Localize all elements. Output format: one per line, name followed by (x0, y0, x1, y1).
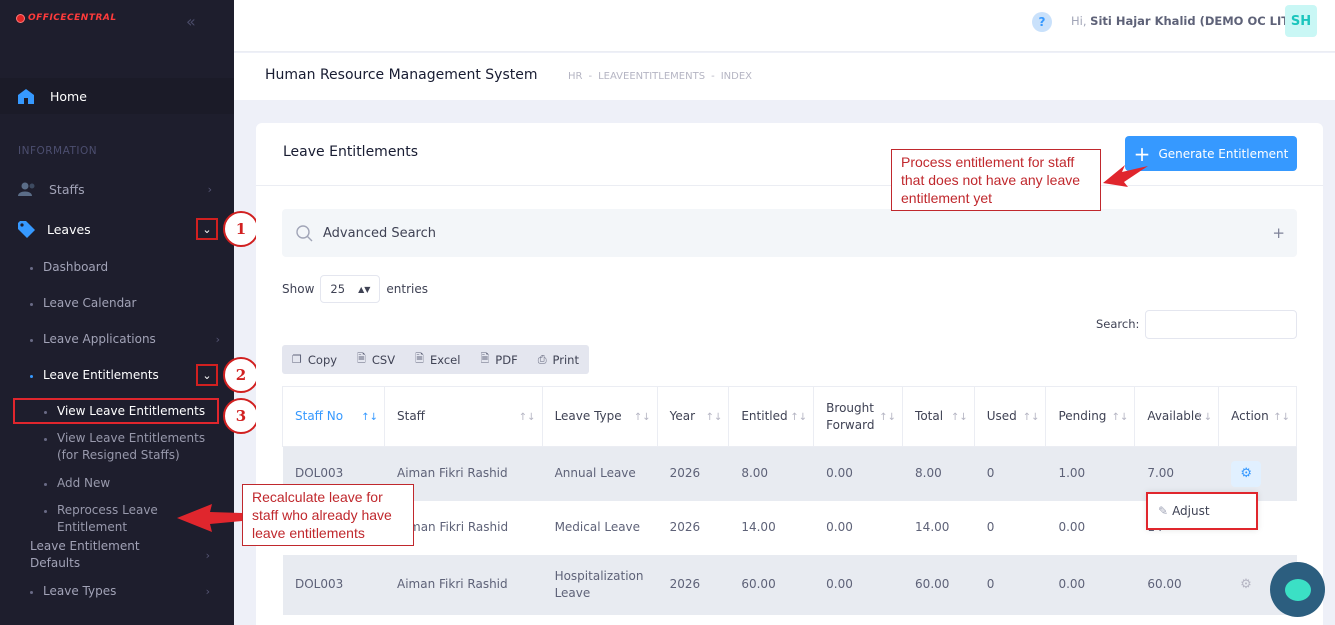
col-available[interactable]: Available ↑↓ (1134, 386, 1220, 447)
edit-icon: ✎ (1158, 504, 1169, 518)
file-icon: 🗎 (357, 352, 366, 365)
sidebar-section-label: INFORMATION (18, 145, 98, 157)
chat-icon (1284, 578, 1311, 601)
sort-icon: ↑↓ (1111, 412, 1129, 423)
gear-icon[interactable]: ⚙ (1240, 577, 1252, 592)
col-brought-forward[interactable]: Brought Forward ↑↓ (813, 386, 904, 447)
sort-icon: ↑↓ (1195, 412, 1213, 423)
sort-icon: ↑↓ (705, 412, 723, 423)
table-row[interactable]: man Fikri Rashid Medical Leave 2026 14.0… (282, 500, 1297, 555)
col-year[interactable]: Year ↑↓ (656, 386, 730, 447)
col-action[interactable]: Action ↑↓ (1218, 386, 1297, 447)
entries-select[interactable]: 25 ▲▼ (320, 275, 381, 303)
entitlements-expand-button[interactable]: ⌄ (196, 364, 218, 386)
home-icon (18, 88, 34, 104)
sidebar-item-reprocess[interactable]: Reprocess Leave Entitlement (44, 502, 174, 536)
entitlements-table: Staff No ↑↓ Staff ↑↓ Leave Type ↑↓ Year ↑↓ E… (282, 386, 1297, 625)
chevron-right-icon: › (207, 182, 212, 196)
sort-icon: ↑↓ (950, 412, 968, 423)
callout-generate-entitlement: Process entitlement for staff that does … (891, 149, 1101, 211)
sort-updown-icon: ▲▼ (358, 284, 371, 294)
sort-icon: ↑↓ (1273, 412, 1290, 423)
avatar[interactable]: SH (1285, 5, 1317, 37)
sidebar-item-home[interactable]: Home (0, 78, 234, 114)
sidebar-item-leave-calendar[interactable]: Leave Calendar (30, 295, 220, 312)
sidebar-item-view-leave-entitlements[interactable]: View Leave Entitlements (44, 403, 214, 420)
expand-plus-icon[interactable]: + (1272, 224, 1285, 242)
table-row (282, 614, 1297, 625)
csv-button[interactable]: 🗎 CSV (357, 350, 395, 369)
table-header-row: Staff No ↑↓ Staff ↑↓ Leave Type ↑↓ Year ↑↓ E… (282, 386, 1297, 447)
sidebar-item-leave-applications[interactable]: Leave Applications › (30, 331, 220, 348)
sidebar-item-staffs[interactable]: Staffs › (0, 174, 234, 204)
sort-icon: ↑↓ (361, 412, 378, 423)
col-pending[interactable]: Pending ↑↓ (1045, 386, 1136, 447)
sidebar-item-leave-entitlements[interactable]: Leave Entitlements (30, 367, 220, 384)
sidebar-item-entitlement-defaults[interactable]: Leave Entitlement Defaults › (30, 538, 210, 572)
tag-icon (18, 220, 35, 238)
col-used[interactable]: Used ↑↓ (973, 386, 1047, 447)
copy-icon: ❐ (292, 353, 302, 366)
chat-button[interactable] (1270, 562, 1325, 617)
search-icon (296, 224, 313, 241)
chevron-right-icon: › (205, 549, 210, 562)
topbar: ? Hi, Siti Hajar Khalid (DEMO OC LITE) S… (234, 0, 1335, 52)
excel-icon: 🗎 (415, 352, 424, 365)
col-entitled[interactable]: Entitled ↑↓ (728, 386, 815, 447)
pdf-icon: 🗎 (480, 352, 490, 365)
collapse-sidebar-icon[interactable]: « (186, 12, 196, 31)
export-buttons: ❐ Copy 🗎 CSV 🗎 Excel 🗎 PDF ⎙ Print (282, 345, 589, 374)
logo[interactable]: OFFICECENTRAL (16, 13, 117, 23)
leave-entitlements-card: Leave Entitlements + Generate Entitlemen… (256, 123, 1323, 625)
help-icon[interactable]: ? (1032, 12, 1052, 32)
chevron-down-icon: ⌄ (202, 222, 212, 236)
page-title: Human Resource Management System (265, 67, 538, 83)
row-action-button[interactable]: ⚙ (1231, 460, 1262, 487)
sort-icon: ↑↓ (633, 412, 651, 423)
table-row[interactable]: DOL003 Aiman Fikri Rashid Hospitalizatio… (282, 554, 1297, 615)
sidebar-item-dashboard[interactable]: Dashboard (30, 259, 220, 276)
table-row[interactable]: DOL003 Aiman Fikri Rashid Annual Leave 2… (282, 446, 1297, 501)
users-icon (18, 182, 35, 196)
entries-length: Show 25 ▲▼ entries (282, 275, 428, 303)
chevron-down-icon: ⌄ (202, 368, 212, 382)
sort-icon: ↑↓ (879, 412, 897, 423)
col-leave-type[interactable]: Leave Type ↑↓ (541, 386, 658, 447)
plus-icon: + (1133, 141, 1151, 166)
search-input[interactable] (1145, 310, 1297, 339)
card-title: Leave Entitlements (283, 144, 419, 160)
callout-reprocess: Recalculate leave for staff who already … (242, 484, 414, 546)
search-label: Search: (1096, 317, 1140, 331)
action-dropdown: ✎ Adjust (1146, 492, 1258, 530)
sort-icon: ↑↓ (518, 412, 536, 423)
logo-icon (16, 13, 25, 23)
sidebar-item-add-new[interactable]: Add New (44, 475, 214, 492)
print-icon: ⎙ (537, 352, 547, 366)
sidebar-item-leave-types[interactable]: Leave Types › (30, 583, 210, 600)
sidebar: OFFICECENTRAL « Home INFORMATION Staffs … (0, 0, 259, 625)
sidebar-item-view-resigned[interactable]: View Leave Entitlements (for Resigned St… (44, 430, 214, 464)
step-3-badge: 3 (223, 398, 259, 434)
step-2-badge: 2 (223, 357, 259, 393)
excel-button[interactable]: 🗎 Excel (415, 350, 460, 369)
adjust-menu-item[interactable]: Adjust (1172, 504, 1210, 518)
col-staff[interactable]: Staff ↑↓ (384, 386, 543, 447)
step-1-badge: 1 (223, 211, 259, 247)
chevron-right-icon: › (205, 585, 210, 598)
user-greeting[interactable]: Hi, Siti Hajar Khalid (DEMO OC LITE) (1071, 14, 1302, 28)
chevron-right-icon: › (215, 333, 220, 346)
advanced-search-panel[interactable]: Advanced Search + (282, 209, 1297, 257)
sort-icon: ↑↓ (1022, 412, 1040, 423)
leaves-expand-button[interactable]: ⌄ (196, 218, 218, 240)
breadcrumb: HR - LEAVEENTITLEMENTS - INDEX (568, 71, 752, 82)
gear-icon: ⚙ (1240, 466, 1252, 482)
copy-button[interactable]: ❐ Copy (292, 353, 337, 367)
pdf-button[interactable]: 🗎 PDF (480, 350, 517, 369)
subheader: Human Resource Management System HR - LE… (234, 53, 1335, 100)
col-staff-no[interactable]: Staff No ↑↓ (282, 386, 385, 447)
col-total[interactable]: Total ↑↓ (902, 386, 975, 447)
sort-icon: ↑↓ (790, 412, 808, 423)
generate-entitlement-button[interactable]: + Generate Entitlement (1125, 136, 1297, 171)
print-button[interactable]: ⎙ Print (538, 353, 579, 367)
